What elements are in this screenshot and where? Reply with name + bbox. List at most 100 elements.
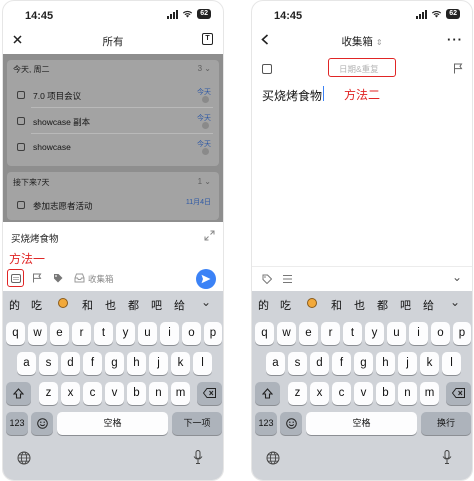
candidate[interactable]: 吧 xyxy=(400,297,411,313)
key[interactable]: t xyxy=(94,322,113,345)
key[interactable]: l xyxy=(442,352,461,375)
key[interactable]: s xyxy=(39,352,58,375)
candidate[interactable]: 给 xyxy=(423,297,434,313)
key[interactable]: j xyxy=(398,352,417,375)
key[interactable]: d xyxy=(310,352,329,375)
key[interactable]: d xyxy=(61,352,80,375)
list-name[interactable]: 收集箱 xyxy=(88,273,114,285)
task-checkbox[interactable] xyxy=(17,91,25,99)
page-title[interactable]: 收集箱 ⇕ xyxy=(252,34,472,49)
key[interactable]: f xyxy=(83,352,102,375)
globe-icon[interactable] xyxy=(17,451,31,465)
emoji-key[interactable] xyxy=(280,412,302,435)
space-key[interactable]: 空格 xyxy=(57,412,168,435)
key[interactable]: r xyxy=(321,322,340,345)
key[interactable]: u xyxy=(138,322,157,345)
tag-icon[interactable] xyxy=(262,274,272,284)
candidate[interactable]: 和 xyxy=(331,297,342,313)
chevron-down-icon[interactable]: ⌄ xyxy=(450,295,460,309)
task-title-input[interactable]: 买烧烤食物 xyxy=(262,87,322,104)
task-checkbox[interactable] xyxy=(17,201,25,209)
candidate[interactable]: 的 xyxy=(258,297,269,313)
key[interactable]: h xyxy=(127,352,146,375)
key[interactable]: q xyxy=(255,322,274,345)
key[interactable]: c xyxy=(332,382,351,405)
number-key[interactable]: 123 xyxy=(255,412,277,435)
key[interactable]: e xyxy=(50,322,69,345)
key[interactable]: n xyxy=(149,382,168,405)
key[interactable]: g xyxy=(354,352,373,375)
task-row[interactable]: 7.0 项目会议 今天 xyxy=(7,82,219,108)
key[interactable]: r xyxy=(72,322,91,345)
key[interactable]: a xyxy=(17,352,36,375)
key[interactable]: k xyxy=(171,352,190,375)
candidate[interactable]: 都 xyxy=(377,297,388,313)
candidate[interactable]: 吃 xyxy=(280,297,291,313)
flag-icon[interactable] xyxy=(453,63,463,74)
calendar-icon[interactable] xyxy=(11,273,21,283)
key[interactable]: z xyxy=(39,382,58,405)
candidate[interactable]: 也 xyxy=(354,297,365,313)
candidate[interactable]: 给 xyxy=(174,297,185,313)
key[interactable]: g xyxy=(105,352,124,375)
key[interactable]: i xyxy=(160,322,179,345)
key[interactable]: x xyxy=(310,382,329,405)
key[interactable]: x xyxy=(61,382,80,405)
send-button[interactable] xyxy=(196,269,216,289)
inbox-icon[interactable] xyxy=(74,273,85,283)
globe-icon[interactable] xyxy=(266,451,280,465)
key[interactable]: u xyxy=(387,322,406,345)
key[interactable]: h xyxy=(376,352,395,375)
key[interactable]: v xyxy=(105,382,124,405)
key[interactable]: o xyxy=(182,322,201,345)
task-checkbox[interactable] xyxy=(262,64,272,74)
key[interactable]: v xyxy=(354,382,373,405)
delete-key[interactable] xyxy=(197,382,222,405)
tag-icon[interactable] xyxy=(53,273,63,283)
key[interactable]: j xyxy=(149,352,168,375)
key[interactable]: m xyxy=(171,382,190,405)
key[interactable]: i xyxy=(409,322,428,345)
emoji-candidate-icon[interactable] xyxy=(58,298,68,308)
key[interactable]: n xyxy=(398,382,417,405)
candidate[interactable]: 吃 xyxy=(31,297,42,313)
candidate[interactable]: 都 xyxy=(128,297,139,313)
return-key[interactable]: 下一项 xyxy=(172,412,222,435)
return-key[interactable]: 换行 xyxy=(421,412,471,435)
more-icon[interactable]: ··· xyxy=(447,32,463,47)
task-row[interactable]: 参加志愿者活动 11月4日 xyxy=(7,192,219,218)
delete-key[interactable] xyxy=(446,382,471,405)
date-repeat-button[interactable]: 日期&重复 xyxy=(339,63,379,75)
key[interactable]: l xyxy=(193,352,212,375)
candidate[interactable]: 也 xyxy=(105,297,116,313)
key[interactable]: w xyxy=(28,322,47,345)
space-key[interactable]: 空格 xyxy=(306,412,417,435)
candidate[interactable]: 的 xyxy=(9,297,20,313)
shift-key[interactable] xyxy=(6,382,31,405)
key[interactable]: e xyxy=(299,322,318,345)
microphone-icon[interactable] xyxy=(442,450,452,465)
key[interactable]: p xyxy=(204,322,222,345)
task-checkbox[interactable] xyxy=(17,117,25,125)
task-row[interactable]: showcase 副本 今天 xyxy=(7,108,219,134)
microphone-icon[interactable] xyxy=(193,450,203,465)
key[interactable]: c xyxy=(83,382,102,405)
candidate[interactable]: 吧 xyxy=(151,297,162,313)
key[interactable]: m xyxy=(420,382,439,405)
key[interactable]: k xyxy=(420,352,439,375)
key[interactable]: a xyxy=(266,352,285,375)
number-key[interactable]: 123 xyxy=(6,412,28,435)
text-mode-icon[interactable]: T xyxy=(202,33,213,45)
key[interactable]: q xyxy=(6,322,25,345)
key[interactable]: s xyxy=(288,352,307,375)
task-row[interactable]: showcase 今天 xyxy=(7,134,219,160)
task-input[interactable]: 买烧烤食物 xyxy=(11,231,59,245)
key[interactable]: o xyxy=(431,322,450,345)
key[interactable]: y xyxy=(365,322,384,345)
emoji-candidate-icon[interactable] xyxy=(307,298,317,308)
chevron-down-icon[interactable]: ⌄ xyxy=(452,270,462,284)
candidate[interactable]: 和 xyxy=(82,297,93,313)
key[interactable]: p xyxy=(453,322,471,345)
key[interactable]: y xyxy=(116,322,135,345)
key[interactable]: z xyxy=(288,382,307,405)
